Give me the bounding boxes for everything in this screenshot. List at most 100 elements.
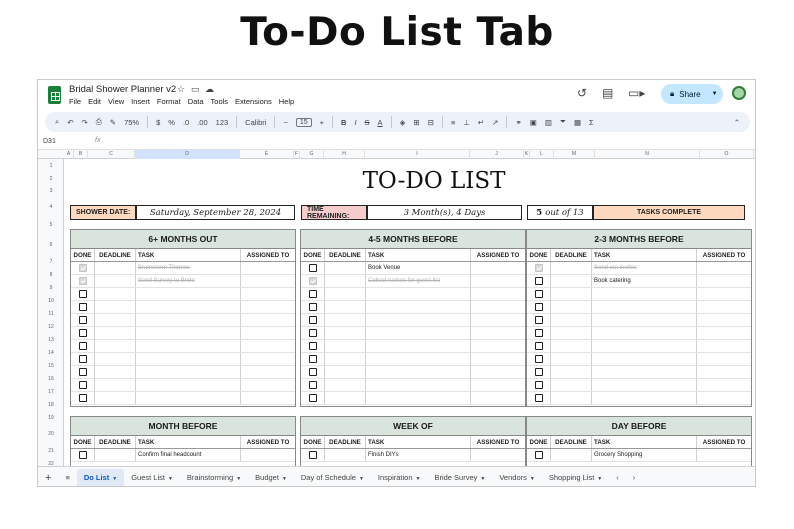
done-checkbox[interactable] [308, 451, 317, 459]
zoom-select[interactable]: 75% [124, 118, 139, 127]
row-header[interactable]: 17 [38, 389, 64, 395]
menu-tools[interactable]: Tools [211, 97, 229, 106]
strikethrough-icon[interactable]: S [365, 118, 370, 127]
deadline-cell[interactable] [325, 340, 366, 352]
row-header[interactable]: 12 [38, 324, 64, 330]
task-cell[interactable] [366, 327, 471, 339]
font-size-input[interactable]: 15 [295, 117, 312, 127]
deadline-cell[interactable] [551, 288, 592, 300]
done-checkbox[interactable] [308, 342, 317, 350]
done-checkbox[interactable] [534, 277, 543, 285]
done-checkbox[interactable] [78, 264, 87, 272]
done-checkbox[interactable] [308, 368, 317, 376]
search-icon[interactable]: ⌕ [55, 117, 59, 127]
add-sheet-icon[interactable]: + [38, 472, 58, 484]
task-cell[interactable]: Book catering [592, 275, 697, 287]
done-checkbox[interactable] [78, 355, 87, 363]
done-checkbox[interactable] [308, 316, 317, 324]
tab-day-of-schedule[interactable]: Day of Schedule ▼ [294, 473, 371, 482]
paint-format-icon[interactable]: ✎ [110, 118, 116, 127]
column-header[interactable]: N [595, 150, 700, 159]
assigned-cell[interactable] [241, 314, 295, 326]
assigned-cell[interactable] [241, 262, 295, 274]
task-cell[interactable]: Confirm final headcount [136, 449, 241, 461]
sheets-logo-icon[interactable] [48, 86, 61, 104]
done-checkbox[interactable] [78, 290, 87, 298]
scroll-tabs-left-icon[interactable]: ‹ [609, 473, 626, 482]
deadline-cell[interactable] [325, 449, 366, 461]
row-header[interactable]: 8 [38, 272, 64, 278]
chevron-down-icon[interactable]: ▼ [712, 91, 718, 97]
redo-icon[interactable]: ↷ [82, 118, 88, 127]
tab-budget[interactable]: Budget ▼ [248, 473, 294, 482]
done-checkbox[interactable] [308, 290, 317, 298]
done-checkbox[interactable] [308, 277, 317, 285]
tab-vendors[interactable]: Vendors ▼ [492, 473, 541, 482]
filter-views-icon[interactable]: ▦ [574, 118, 581, 127]
task-cell[interactable] [592, 288, 697, 300]
currency-button[interactable]: $ [156, 118, 160, 127]
assigned-cell[interactable] [241, 366, 295, 378]
deadline-cell[interactable] [325, 327, 366, 339]
assigned-cell[interactable] [471, 327, 525, 339]
assigned-cell[interactable] [697, 392, 751, 404]
avatar[interactable] [732, 86, 746, 100]
deadline-cell[interactable] [551, 314, 592, 326]
row-header[interactable]: 16 [38, 376, 64, 382]
deadline-cell[interactable] [551, 353, 592, 365]
done-checkbox[interactable] [308, 381, 317, 389]
folder-icon[interactable]: ▭ [191, 84, 200, 95]
menu-data[interactable]: Data [188, 97, 204, 106]
deadline-cell[interactable] [551, 340, 592, 352]
menu-format[interactable]: Format [157, 97, 181, 106]
task-cell[interactable] [366, 288, 471, 300]
deadline-cell[interactable] [551, 379, 592, 391]
assigned-cell[interactable] [471, 314, 525, 326]
done-checkbox[interactable] [78, 381, 87, 389]
done-checkbox[interactable] [534, 316, 543, 324]
merge-icon[interactable]: ⊟ [428, 118, 434, 127]
deadline-cell[interactable] [325, 392, 366, 404]
task-cell[interactable] [136, 314, 241, 326]
task-cell[interactable] [366, 366, 471, 378]
deadline-cell[interactable] [325, 262, 366, 274]
assigned-cell[interactable] [471, 392, 525, 404]
task-cell[interactable] [136, 379, 241, 391]
task-cell[interactable] [136, 366, 241, 378]
column-header[interactable]: C [88, 150, 135, 159]
column-header[interactable]: L [530, 150, 554, 159]
row-header[interactable]: 6 [38, 242, 64, 248]
task-cell[interactable] [592, 353, 697, 365]
tab-brainstorming[interactable]: Brainstorming ▼ [180, 473, 248, 482]
deadline-cell[interactable] [325, 353, 366, 365]
done-checkbox[interactable] [78, 394, 87, 402]
task-cell[interactable]: Send out invites [592, 262, 697, 274]
deadline-cell[interactable] [95, 301, 136, 313]
assigned-cell[interactable] [241, 449, 295, 461]
row-header[interactable]: 5 [38, 222, 64, 228]
done-checkbox[interactable] [534, 264, 543, 272]
percent-button[interactable]: % [168, 118, 175, 127]
collapse-toolbar-icon[interactable]: ⌃ [734, 118, 740, 127]
comment-icon[interactable]: ▤ [602, 86, 613, 100]
row-header[interactable]: 21 [38, 448, 64, 454]
task-cell[interactable]: Collect names for guest list [366, 275, 471, 287]
done-checkbox[interactable] [78, 451, 87, 459]
assigned-cell[interactable] [471, 301, 525, 313]
menu-view[interactable]: View [108, 97, 124, 106]
task-cell[interactable] [592, 340, 697, 352]
print-icon[interactable]: ⎙ [96, 117, 102, 127]
deadline-cell[interactable] [325, 314, 366, 326]
done-checkbox[interactable] [308, 329, 317, 337]
assigned-cell[interactable] [697, 366, 751, 378]
assigned-cell[interactable] [471, 366, 525, 378]
done-checkbox[interactable] [534, 355, 543, 363]
star-icon[interactable]: ☆ [177, 84, 185, 95]
task-cell[interactable] [592, 392, 697, 404]
video-icon[interactable]: ▭▸ [628, 86, 645, 100]
link-icon[interactable]: ⚭ [515, 118, 521, 127]
deadline-cell[interactable] [95, 379, 136, 391]
column-header[interactable]: O [700, 150, 754, 159]
insert-comment-icon[interactable]: ▣ [530, 118, 537, 127]
assigned-cell[interactable] [697, 314, 751, 326]
